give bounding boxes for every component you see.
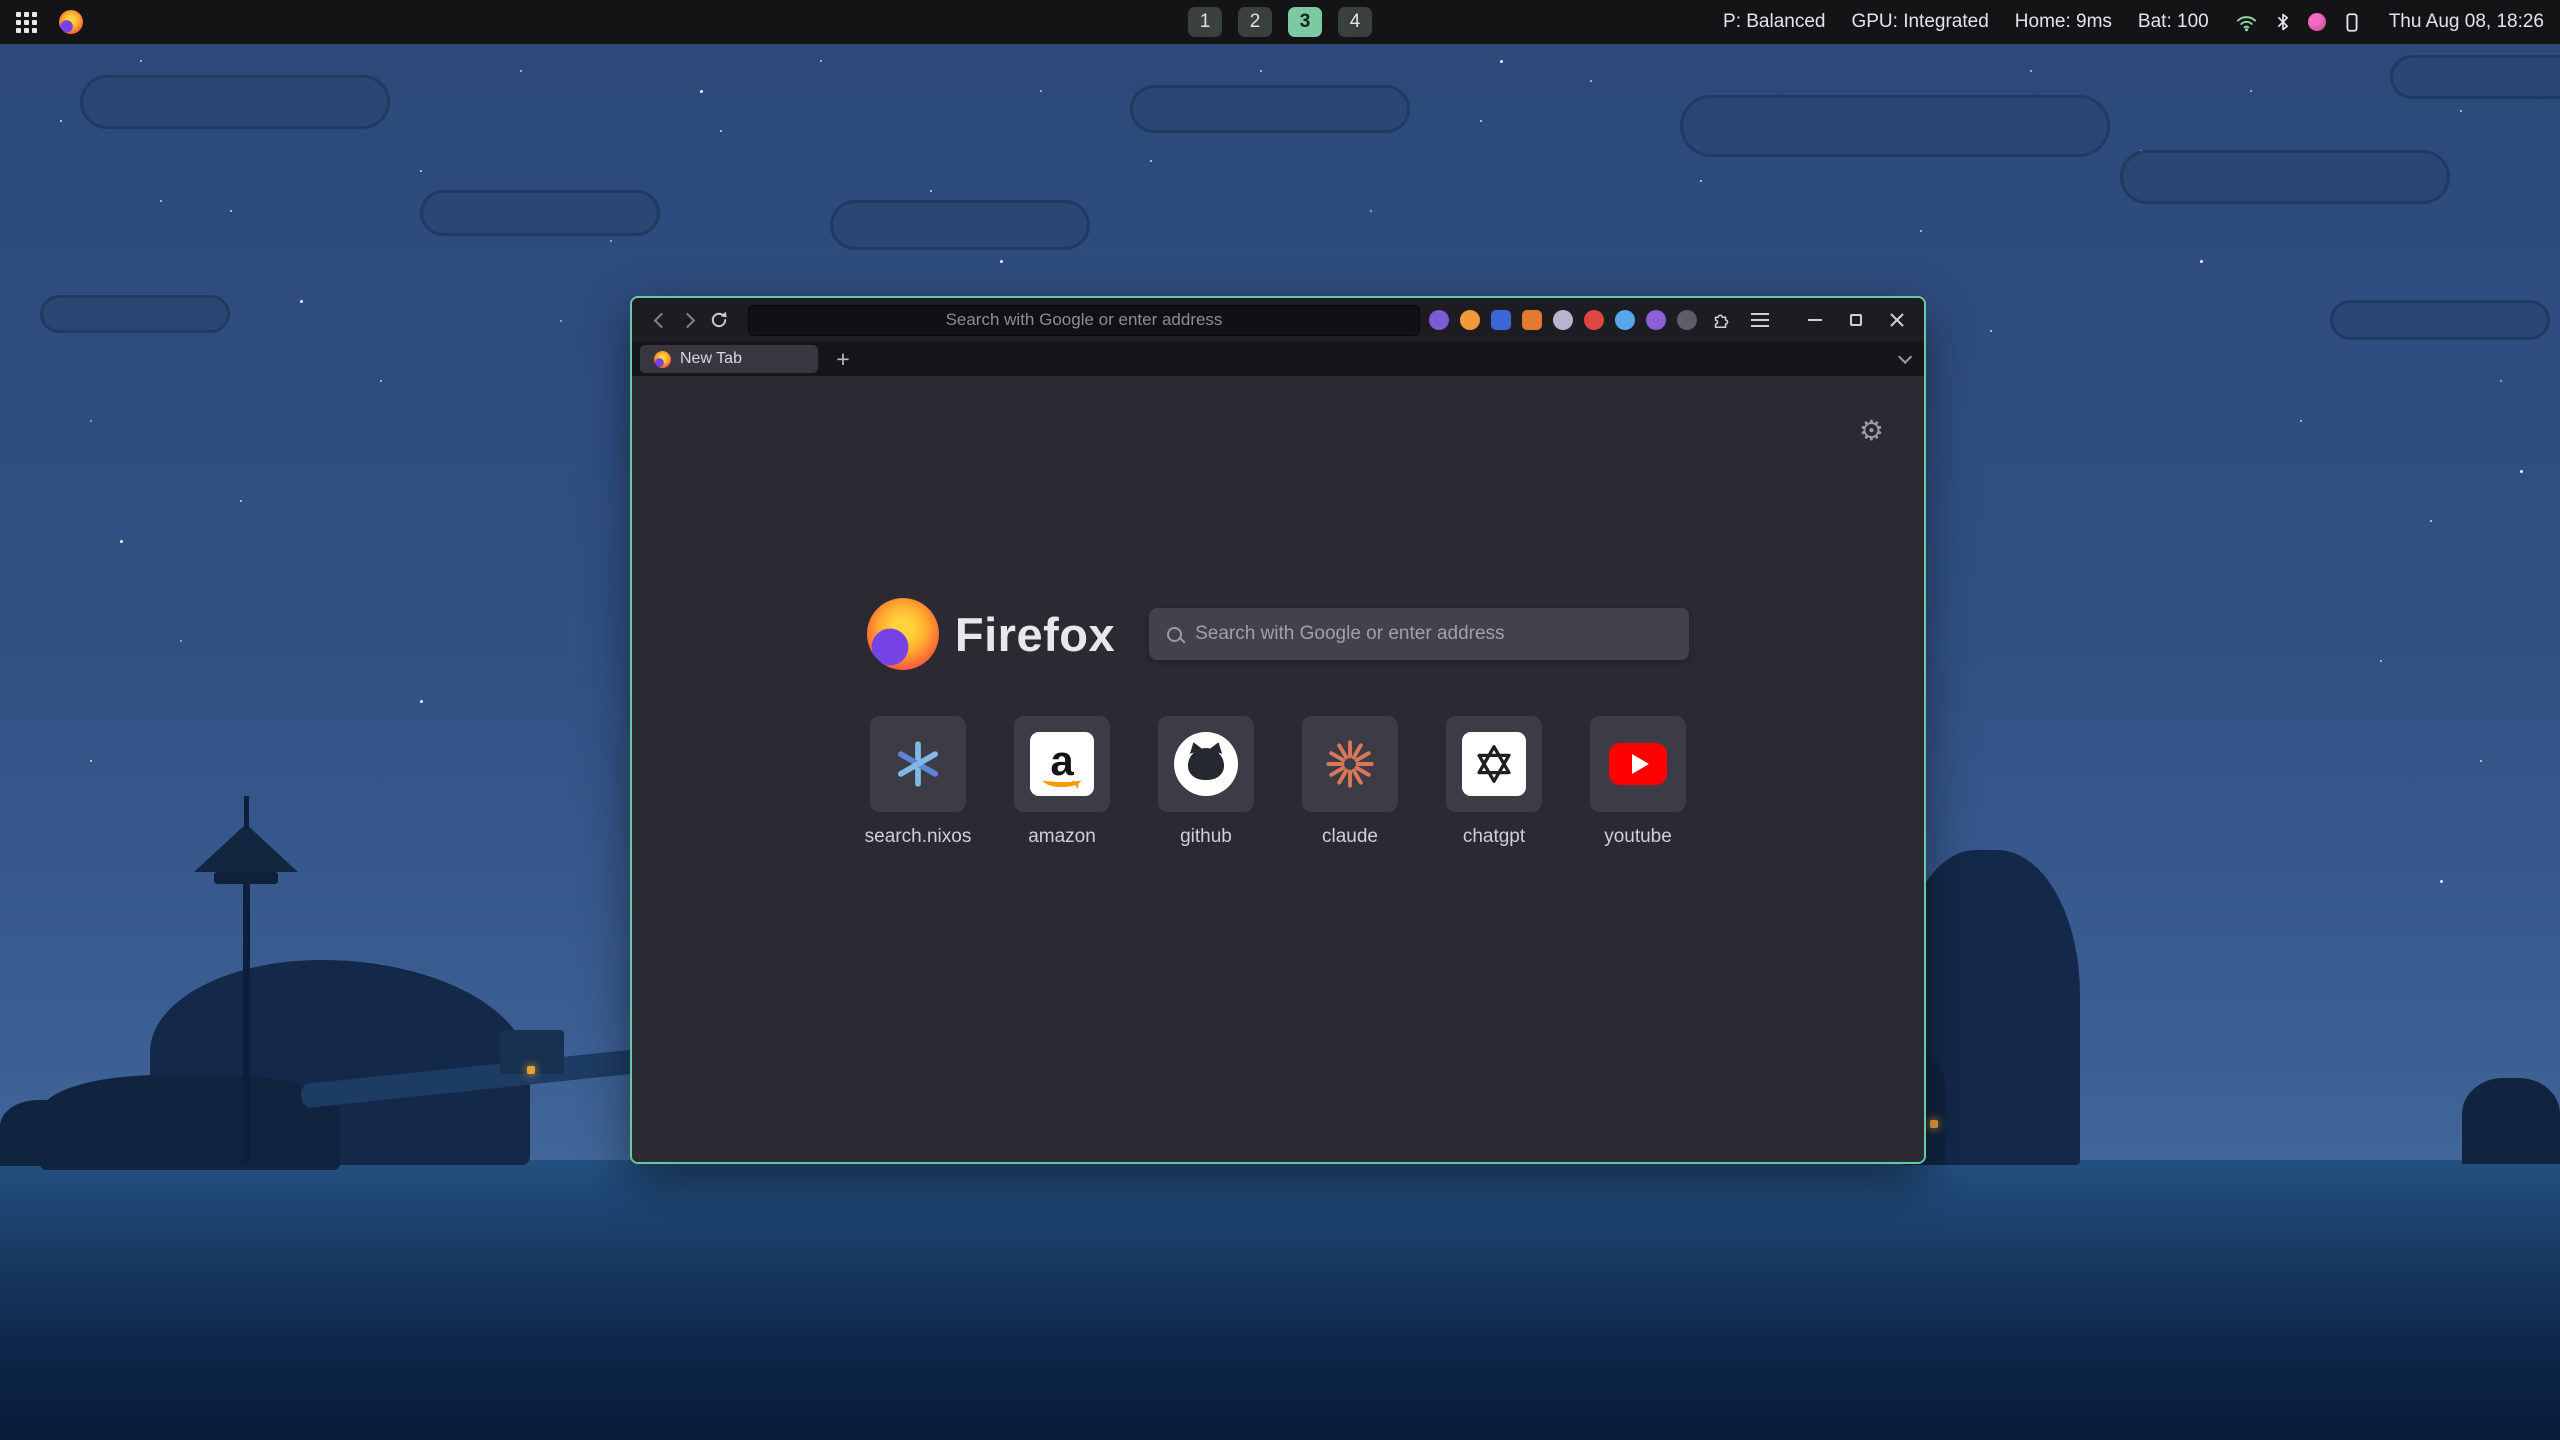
workspace-4[interactable]: 4 <box>1338 7 1372 37</box>
shortcut-claude[interactable]: claude <box>1302 716 1398 848</box>
shortcut-chatgpt[interactable]: chatgpt <box>1446 716 1542 848</box>
extension-icon-9[interactable] <box>1677 310 1697 330</box>
tab-new-tab[interactable]: New Tab <box>640 345 818 373</box>
shortcut-youtube[interactable]: youtube <box>1590 716 1686 848</box>
status-power-profile: P: Balanced <box>1723 11 1825 33</box>
newtab-search[interactable] <box>1149 608 1689 660</box>
tab-list-chevron-icon[interactable] <box>1898 350 1912 364</box>
workspace-switcher: 1 2 3 4 <box>1188 0 1372 44</box>
firefox-icon[interactable] <box>59 10 83 34</box>
newtab-hero: Firefox <box>867 598 1689 670</box>
url-bar[interactable] <box>748 305 1420 336</box>
maximize-button[interactable] <box>1841 307 1871 333</box>
ocean <box>0 1160 2560 1440</box>
extension-icon-1[interactable] <box>1429 310 1449 330</box>
top-bar: 1 2 3 4 P: Balanced GPU: Integrated Home… <box>0 0 2560 44</box>
search-icon <box>1167 627 1182 642</box>
amazon-icon <box>1030 732 1094 796</box>
workspace-3[interactable]: 3 <box>1288 7 1322 37</box>
workspace-1[interactable]: 1 <box>1188 7 1222 37</box>
new-tab-page: Firefox search.nixos <box>632 376 1924 1162</box>
shortcut-search-nixos[interactable]: search.nixos <box>870 716 966 848</box>
shortcut-amazon[interactable]: amazon <box>1014 716 1110 848</box>
tab-title: New Tab <box>680 350 742 368</box>
minimize-button[interactable] <box>1800 307 1830 333</box>
firefox-wordmark: Firefox <box>955 607 1115 662</box>
close-button[interactable] <box>1882 307 1912 333</box>
firefox-favicon <box>654 351 671 368</box>
menu-icon[interactable] <box>1745 307 1775 333</box>
status-battery: Bat: 100 <box>2138 11 2209 33</box>
settings-gear-icon[interactable] <box>1859 414 1884 447</box>
new-tab-button[interactable] <box>828 345 858 373</box>
extension-icon-3[interactable] <box>1491 310 1511 330</box>
tab-bar: New Tab <box>632 342 1924 376</box>
extension-row <box>1429 307 1912 333</box>
status-ping: Home: 9ms <box>2015 11 2112 33</box>
browser-toolbar <box>632 298 1924 342</box>
extension-icon-2[interactable] <box>1460 310 1480 330</box>
app-launcher-icon[interactable] <box>16 12 37 33</box>
chatgpt-icon <box>1462 732 1526 796</box>
claude-icon <box>1324 738 1376 790</box>
device-icon <box>2341 11 2363 34</box>
reload-icon <box>709 310 729 330</box>
shortcut-tiles: search.nixos amazon github <box>870 716 1686 848</box>
clock: Thu Aug 08, 18:26 <box>2389 11 2544 33</box>
newtab-search-input[interactable] <box>1195 623 1671 645</box>
extension-icon-4[interactable] <box>1522 310 1542 330</box>
extension-icon-7[interactable] <box>1615 310 1635 330</box>
back-button[interactable] <box>644 305 674 335</box>
bluetooth-icon <box>2273 11 2293 33</box>
color-profile-icon <box>2308 13 2326 31</box>
firefox-window: New Tab Firefox <box>630 296 1926 1164</box>
extensions-puzzle-icon[interactable] <box>1708 307 1734 333</box>
extension-icon-8[interactable] <box>1646 310 1666 330</box>
reload-button[interactable] <box>704 305 734 335</box>
extension-icon-6[interactable] <box>1584 310 1604 330</box>
forward-button[interactable] <box>674 305 704 335</box>
github-icon <box>1174 732 1238 796</box>
extension-icon-5[interactable] <box>1553 310 1573 330</box>
youtube-icon <box>1609 743 1667 785</box>
status-gpu: GPU: Integrated <box>1851 11 1988 33</box>
wifi-icon <box>2235 11 2258 34</box>
firefox-logo <box>867 598 939 670</box>
workspace-2[interactable]: 2 <box>1238 7 1272 37</box>
nixos-snowflake-icon <box>893 739 943 789</box>
shortcut-github[interactable]: github <box>1158 716 1254 848</box>
watchtower <box>243 880 250 1162</box>
